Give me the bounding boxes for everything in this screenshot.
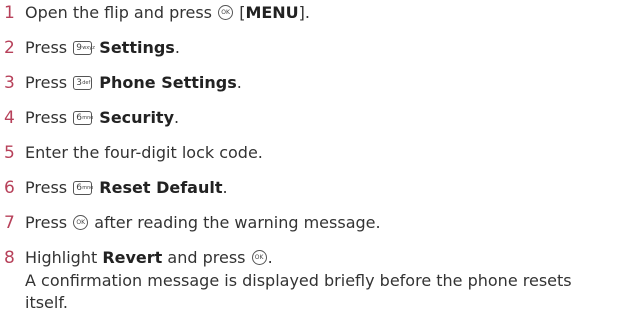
key-letters: wxyz [82,45,95,51]
step-text: [ [234,3,246,22]
step-text: Highlight [25,248,103,267]
step-text: Press [25,73,73,92]
key-letters: mno [82,115,94,121]
key-9-icon: 9 wxyz [73,41,95,55]
step-text: . [236,73,242,92]
ok-key-icon: OK [218,5,234,20]
ok-key-label: OK [254,254,264,261]
step-text: and press [162,248,251,267]
step-text: . [267,248,273,267]
step-number: 2 [4,38,15,58]
phone-settings-term: Phone Settings [99,73,237,92]
menu-term: MENU [245,3,299,22]
step-number: 8 [4,248,15,268]
settings-term: Settings [99,38,175,57]
step-text: . [174,38,180,57]
reset-default-term: Reset Default [99,178,223,197]
key-digit: 6 [76,113,82,123]
ok-key-label: OK [221,9,230,16]
step-text: after reading the warning message. [89,213,381,232]
key-digit: 6 [76,183,82,193]
step-text: ]. [298,3,310,22]
key-letters: def [82,80,91,86]
key-digit: 9 [76,43,82,53]
step-text: Press [25,178,73,197]
revert-term: Revert [102,248,163,267]
confirmation-note-line-2: itself. [25,293,68,312]
step-text: Press [25,38,73,57]
ok-key-label: OK [76,219,86,226]
step-number: 3 [4,73,15,93]
step-number: 5 [4,143,15,163]
step-text: . [222,178,228,197]
key-letters: mno [82,185,94,191]
step-number: 7 [4,213,15,233]
step-text: Press [25,108,73,127]
confirmation-note-line-1: A confirmation message is displayed brie… [25,271,572,290]
key-6-icon: 6 mno [73,111,94,125]
key-3-icon: 3 def [73,76,93,90]
step-text: Open the flip and press [25,3,218,22]
step-text: Enter the four-digit lock code. [25,143,263,162]
ok-key-icon: OK [73,215,89,230]
step-text: Press [25,213,73,232]
ok-key-icon: OK [251,250,267,265]
step-number: 1 [4,3,15,23]
security-term: Security [99,108,174,127]
key-6-icon: 6 mno [73,181,94,195]
step-text: . [174,108,180,127]
step-number: 4 [4,108,15,128]
key-digit: 3 [76,78,82,88]
step-number: 6 [4,178,15,198]
